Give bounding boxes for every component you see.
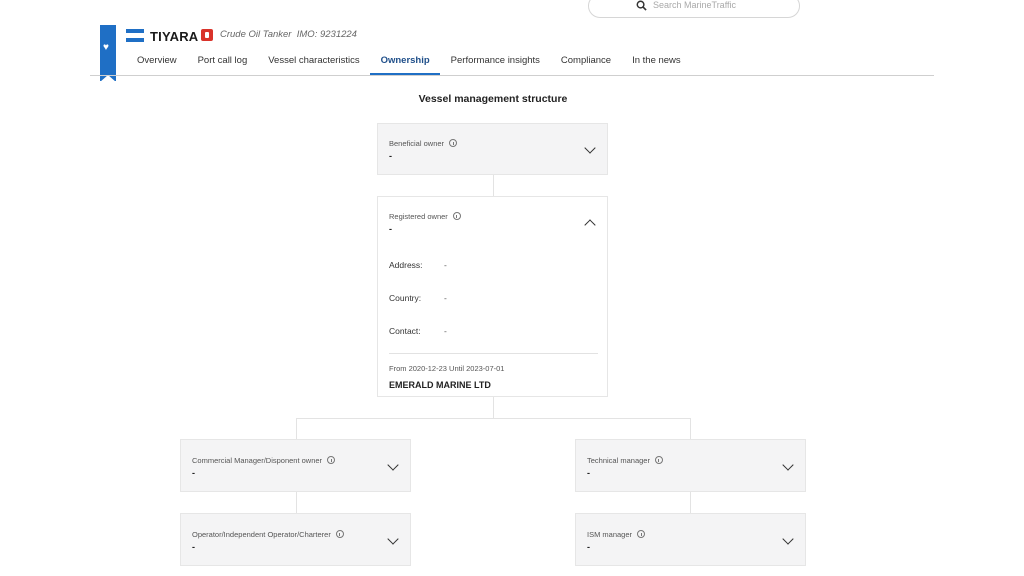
info-icon[interactable] (335, 530, 344, 538)
ism-manager-label: ISM manager (587, 530, 646, 539)
connector-line (493, 175, 494, 196)
favorite-bookmark[interactable]: ♥ (100, 25, 116, 82)
address-label: Address: (389, 260, 423, 270)
commercial-manager-value: - (192, 468, 195, 478)
registered-owner-value: - (389, 224, 392, 234)
search-input[interactable]: Search MarineTraffic (653, 0, 736, 10)
chevron-down-icon[interactable] (782, 533, 794, 545)
registered-owner-label: Registered owner (389, 212, 461, 221)
contact-value: - (444, 326, 447, 336)
ownership-period: From 2020-12-23 Until 2023-07-01 (389, 364, 505, 373)
tab-bar: Overview Port call log Vessel characteri… (126, 52, 691, 75)
chevron-down-icon[interactable] (387, 533, 399, 545)
commercial-manager-label: Commercial Manager/Disponent owner (192, 456, 336, 465)
info-icon[interactable] (449, 139, 458, 147)
connector-line (296, 418, 297, 439)
beneficial-owner-card[interactable]: Beneficial owner - (377, 123, 608, 175)
vessel-name: TIYARA (150, 29, 199, 44)
tab-overview[interactable]: Overview (126, 52, 187, 74)
section-title: Vessel management structure (418, 93, 568, 105)
operator-value: - (192, 542, 195, 552)
technical-manager-label: Technical manager (587, 456, 663, 465)
connector-line (690, 418, 691, 439)
card-divider (389, 353, 598, 354)
tanker-type-icon (201, 29, 213, 41)
technical-manager-card[interactable]: Technical manager - (575, 439, 806, 492)
ism-manager-value: - (587, 542, 590, 552)
commercial-manager-card[interactable]: Commercial Manager/Disponent owner - (180, 439, 411, 492)
chevron-up-icon[interactable] (584, 219, 596, 231)
heart-icon: ♥ (103, 42, 109, 53)
connector-line (690, 492, 691, 513)
info-icon[interactable] (327, 456, 336, 464)
tab-in-the-news[interactable]: In the news (621, 52, 691, 74)
search-icon (636, 0, 647, 11)
tab-performance-insights[interactable]: Performance insights (440, 52, 550, 74)
connector-line (493, 397, 494, 419)
tab-port-call-log[interactable]: Port call log (187, 52, 258, 74)
operator-label: Operator/Independent Operator/Charterer (192, 530, 344, 539)
connector-line (296, 492, 297, 513)
operator-card[interactable]: Operator/Independent Operator/Charterer … (180, 513, 411, 566)
address-value: - (444, 260, 447, 270)
beneficial-owner-label: Beneficial owner (389, 139, 458, 148)
info-icon[interactable] (637, 530, 646, 538)
beneficial-owner-value: - (389, 151, 392, 161)
vessel-subtitle: Crude Oil Tanker IMO: 9231224 (220, 29, 357, 40)
chevron-down-icon[interactable] (782, 459, 794, 471)
search-bar[interactable]: Search MarineTraffic (588, 0, 800, 18)
chevron-down-icon[interactable] (387, 459, 399, 471)
country-label: Country: (389, 293, 422, 303)
connector-line (296, 418, 691, 419)
country-value: - (444, 293, 447, 303)
vessel-type: Crude Oil Tanker (220, 29, 292, 40)
info-icon[interactable] (452, 212, 461, 220)
contact-label: Contact: (389, 326, 421, 336)
tab-divider (90, 75, 934, 76)
flag-icon (126, 29, 144, 42)
tab-compliance[interactable]: Compliance (550, 52, 621, 74)
chevron-down-icon[interactable] (584, 142, 596, 154)
vessel-imo: IMO: 9231224 (296, 29, 357, 40)
ism-manager-card[interactable]: ISM manager - (575, 513, 806, 566)
tab-ownership[interactable]: Ownership (369, 52, 440, 75)
technical-manager-value: - (587, 468, 590, 478)
tab-vessel-characteristics[interactable]: Vessel characteristics (257, 52, 369, 74)
info-icon[interactable] (654, 456, 663, 464)
registered-owner-company: EMERALD MARINE LTD (389, 380, 491, 390)
registered-owner-card[interactable]: Registered owner - Address: - Country: -… (377, 196, 608, 397)
